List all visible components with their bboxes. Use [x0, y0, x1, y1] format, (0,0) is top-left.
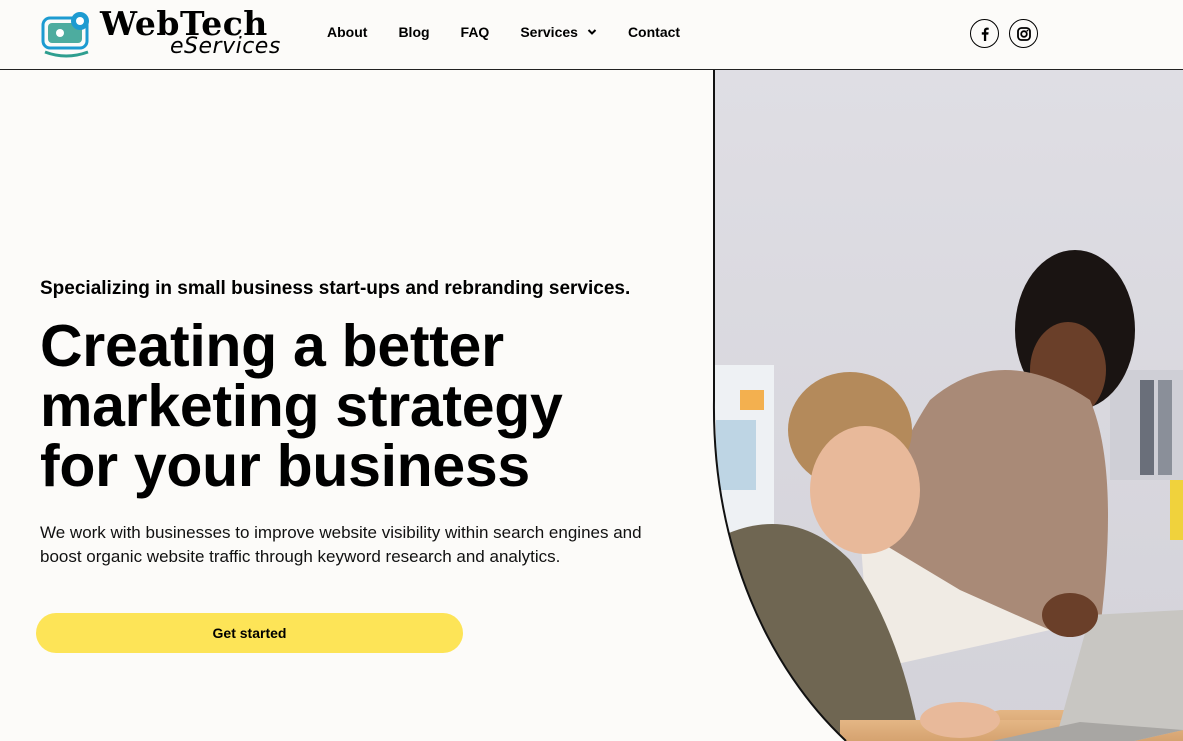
main-nav: About Blog FAQ Services Contact: [327, 24, 711, 40]
brand-name-line2: eServices: [170, 34, 281, 59]
logo-gear-monitor-icon: [41, 12, 89, 58]
facebook-icon: [981, 27, 989, 41]
nav-faq[interactable]: FAQ: [461, 24, 490, 40]
hero-headline-line2: marketing strategy: [40, 373, 563, 439]
get-started-button[interactable]: Get started: [36, 613, 463, 653]
instagram-icon: [1016, 26, 1031, 41]
site-header: WebTech eServices About Blog FAQ Service…: [0, 0, 1183, 70]
hero-headline-line1: Creating a better: [40, 313, 504, 379]
hero-tagline: Specializing in small business start-ups…: [40, 278, 631, 299]
hero-description: We work with businesses to improve websi…: [40, 523, 642, 566]
nav-contact[interactable]: Contact: [628, 24, 680, 40]
hero-headline-line3: for your business: [40, 433, 530, 499]
nav-blog[interactable]: Blog: [398, 24, 429, 40]
facebook-link[interactable]: [970, 19, 999, 48]
nav-services-label: Services: [520, 24, 578, 40]
nav-services[interactable]: Services: [520, 24, 597, 40]
hero-headline: Creating a better marketing strategy for…: [40, 316, 700, 496]
chevron-down-icon: [587, 29, 597, 35]
nav-about[interactable]: About: [327, 24, 367, 40]
instagram-link[interactable]: [1009, 19, 1038, 48]
brand-logo[interactable]: WebTech eServices: [40, 4, 290, 60]
